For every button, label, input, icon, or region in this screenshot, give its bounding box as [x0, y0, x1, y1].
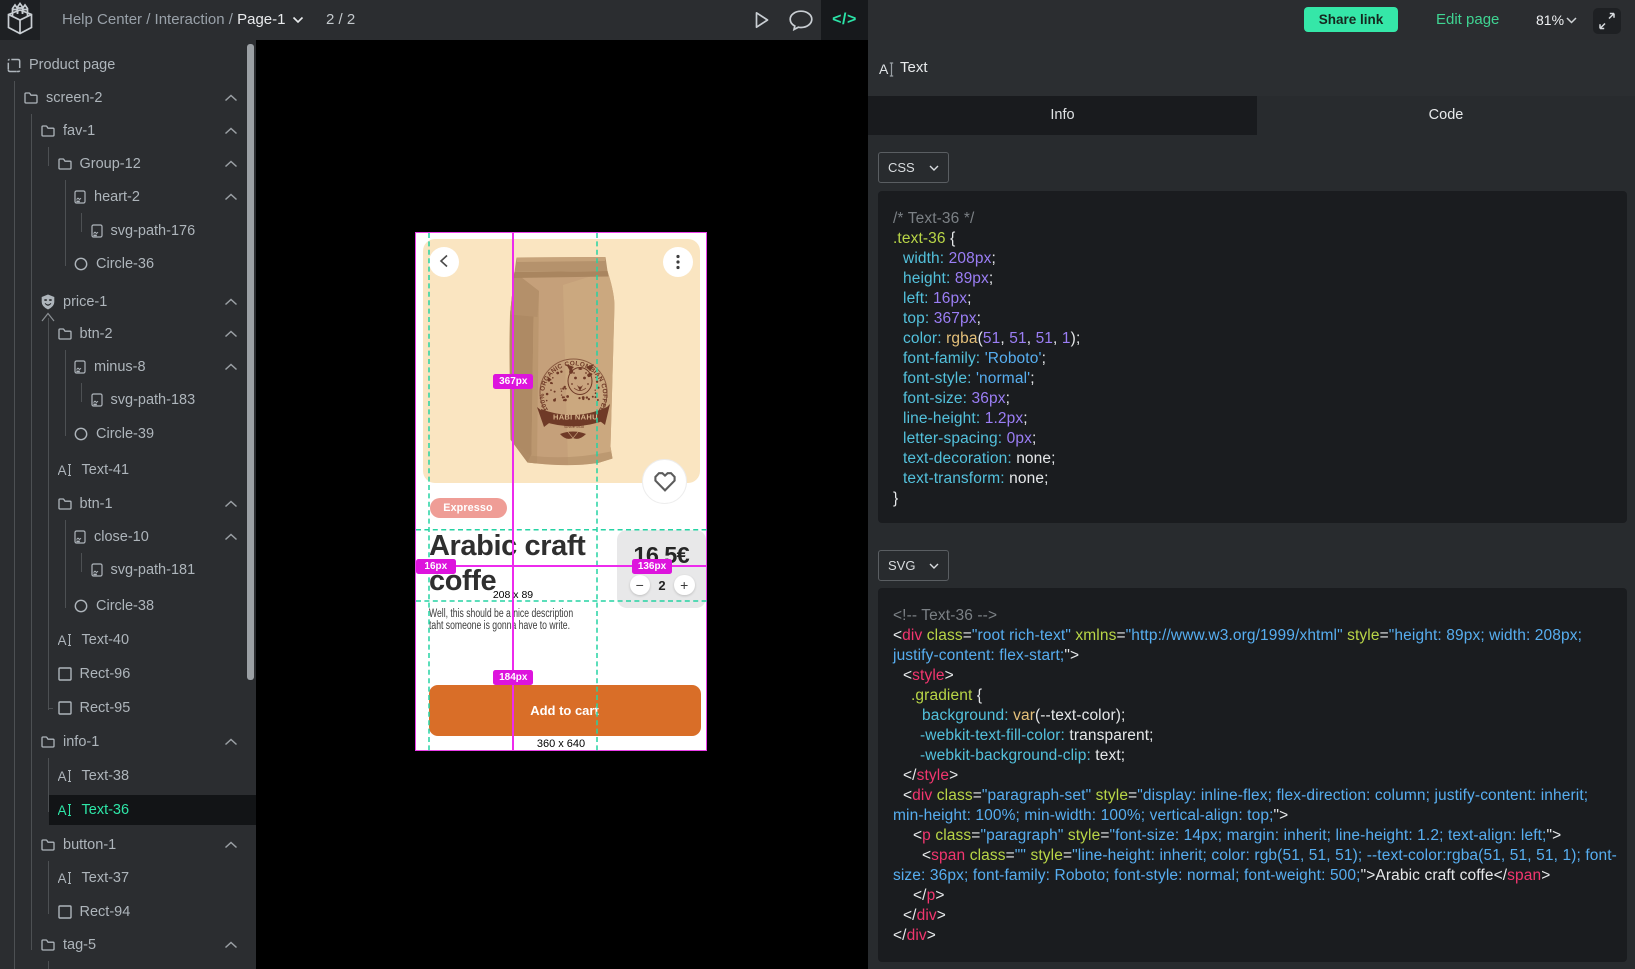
svg-text:A: A — [58, 633, 67, 647]
svg-text:A: A — [58, 803, 67, 817]
svg-text:A: A — [58, 463, 67, 477]
svg-text:A: A — [879, 61, 889, 77]
svg-text:A: A — [58, 769, 67, 783]
svg-text:A: A — [58, 871, 67, 885]
